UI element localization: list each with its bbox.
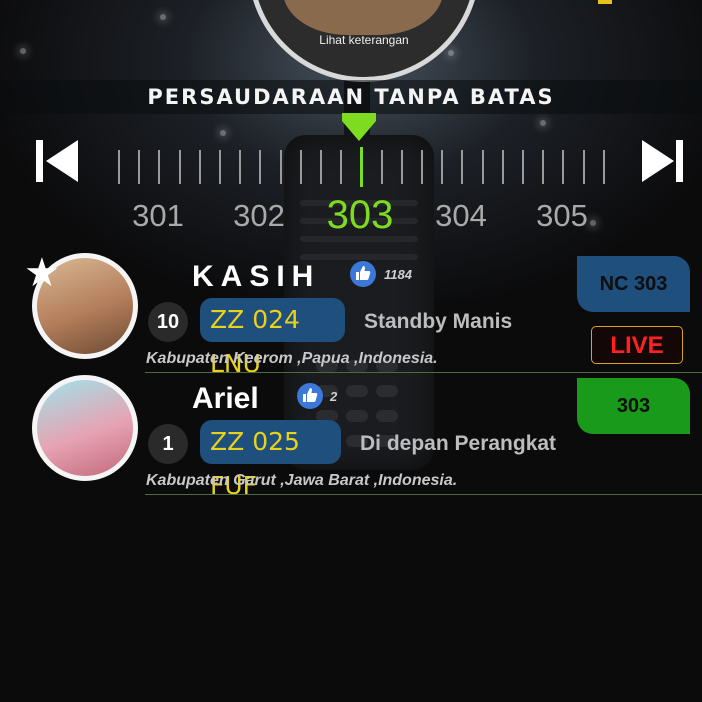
location-text: Kabupaten Keerom ,Papua ,Indonesia. (146, 350, 438, 367)
banner-title: PERSAUDARAAN TANPA BATAS (147, 85, 555, 109)
status-text: Di depan Perangkat (360, 432, 557, 455)
contact-name: Ariel (192, 382, 259, 415)
tuner-tick (118, 150, 120, 184)
like-count: 1184 (384, 267, 412, 282)
thumbs-up-icon[interactable] (350, 261, 376, 287)
tuner-tick (522, 150, 524, 184)
tuner-tick (421, 150, 423, 184)
top-badge (598, 0, 612, 4)
tuner-tick (340, 150, 342, 184)
tuner-tick (583, 150, 585, 184)
tuner-tick (542, 150, 544, 184)
frequency-label[interactable]: 302 (219, 198, 299, 234)
tuner-tick (401, 150, 403, 184)
thumbs-up-icon[interactable] (297, 383, 323, 409)
frequency-label[interactable]: 305 (522, 198, 602, 234)
callsign-badge: ZZ 024 LNU (200, 298, 345, 378)
rank-badge: 1 (148, 424, 188, 464)
sparkle (540, 120, 546, 126)
avatar-caption: Lihat keterangan (319, 33, 409, 47)
live-badge: LIVE (591, 326, 683, 364)
tuner-tick (259, 150, 261, 184)
tuner-tick (179, 150, 181, 184)
tuner-marker (342, 113, 376, 121)
tuner-tick (239, 150, 241, 184)
avatar-photo (283, 0, 443, 35)
tuner-tick (502, 150, 504, 184)
location-text: Kabupaten Garut ,Jawa Barat ,Indonesia. (146, 472, 458, 489)
contact-name: KASIH (192, 260, 321, 293)
frequency-label[interactable]: 304 (421, 198, 501, 234)
tuner-scale[interactable] (0, 147, 702, 190)
channel-button[interactable]: NC 303 (577, 256, 690, 312)
sparkle (20, 48, 26, 54)
tuner-tick (158, 150, 160, 184)
tuner-tick-active (360, 147, 363, 187)
tuner-tick (300, 150, 302, 184)
divider (145, 372, 702, 373)
tuner-tick (280, 150, 282, 184)
tuner-tick (603, 150, 605, 184)
like-count: 2 (330, 389, 338, 404)
rank-badge: 10 (148, 302, 188, 342)
status-text: Standby Manis (364, 310, 513, 333)
frequency-label[interactable]: 301 (118, 198, 198, 234)
sparkle (448, 50, 454, 56)
tuner-tick (562, 150, 564, 184)
sparkle (160, 14, 166, 20)
tuner-tick (381, 150, 383, 184)
banner: PERSAUDARAAN TANPA BATAS (0, 80, 702, 114)
frequency-label-active[interactable]: 303 (320, 193, 400, 238)
tuner-tick (199, 150, 201, 184)
tuner-tick (461, 150, 463, 184)
tuner-tick (320, 150, 322, 184)
tuner-tick (138, 150, 140, 184)
callsign-badge: ZZ 025 FUF (200, 420, 341, 500)
divider (145, 494, 702, 495)
tuner-marker-arrow (342, 121, 376, 141)
channel-button[interactable]: 303 (577, 378, 690, 434)
avatar[interactable] (32, 375, 138, 481)
star-icon: ★ (24, 251, 60, 295)
tuner-tick (441, 150, 443, 184)
sparkle (220, 130, 226, 136)
tuner-tick (219, 150, 221, 184)
tuner-tick (482, 150, 484, 184)
